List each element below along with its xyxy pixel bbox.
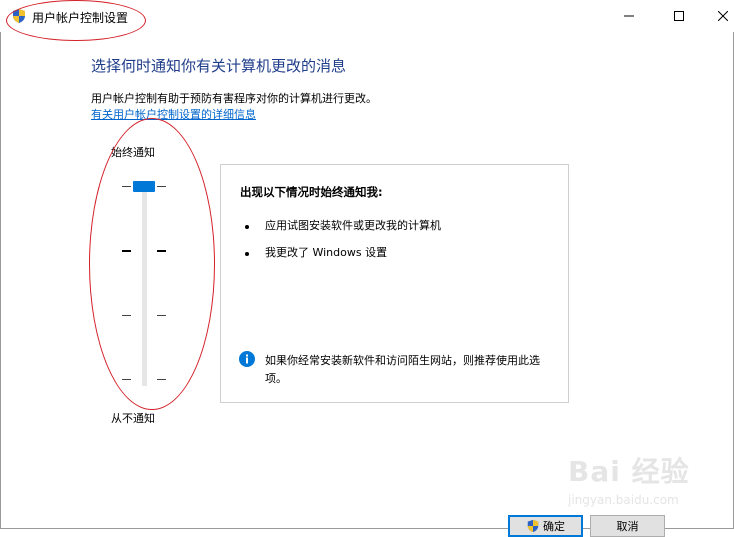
panel-title: 出现以下情况时始终通知我: bbox=[240, 185, 383, 199]
maximize-button[interactable] bbox=[656, 0, 702, 32]
info-icon bbox=[239, 351, 255, 367]
watermark-text: Bai 经验 bbox=[568, 455, 690, 488]
annotation-ellipse-title bbox=[6, 0, 146, 41]
slider-label-bottom: 从不通知 bbox=[111, 412, 155, 425]
annotation-ellipse-slider bbox=[89, 118, 215, 410]
ok-button-label: 确定 bbox=[543, 520, 565, 533]
bullet-dot bbox=[245, 252, 249, 256]
bullet-dot bbox=[245, 225, 249, 229]
maximize-icon bbox=[674, 11, 684, 21]
cancel-button[interactable]: 取消 bbox=[590, 515, 665, 537]
cancel-button-label: 取消 bbox=[616, 520, 639, 533]
close-icon bbox=[718, 11, 728, 21]
bullet-item: 我更改了 Windows 设置 bbox=[265, 246, 388, 259]
bullet-item: 应用试图安装软件或更改我的计算机 bbox=[265, 219, 441, 232]
minimize-button[interactable] bbox=[606, 0, 652, 32]
minimize-icon bbox=[624, 15, 634, 17]
watermark-url: jingyan.baidu.com bbox=[568, 493, 679, 507]
uac-shield-icon bbox=[526, 519, 540, 533]
baidu-watermark: Bai 经验 jingyan.baidu.com bbox=[560, 448, 730, 518]
level-description-panel: 出现以下情况时始终通知我: 应用试图安装软件或更改我的计算机 我更改了 Wind… bbox=[220, 164, 569, 403]
more-info-link[interactable]: 有关用户帐户控制设置的详细信息 bbox=[91, 106, 256, 122]
page-heading: 选择何时通知你有关计算机更改的消息 bbox=[91, 57, 347, 75]
close-button[interactable] bbox=[700, 0, 734, 32]
page-description: 用户帐户控制有助于预防有害程序对你的计算机进行更改。 bbox=[91, 92, 377, 105]
panel-info-text: 如果你经常安装新软件和访问陌生网站，则推荐使用此选项。 bbox=[265, 354, 540, 385]
ok-button[interactable]: 确定 bbox=[508, 515, 583, 537]
